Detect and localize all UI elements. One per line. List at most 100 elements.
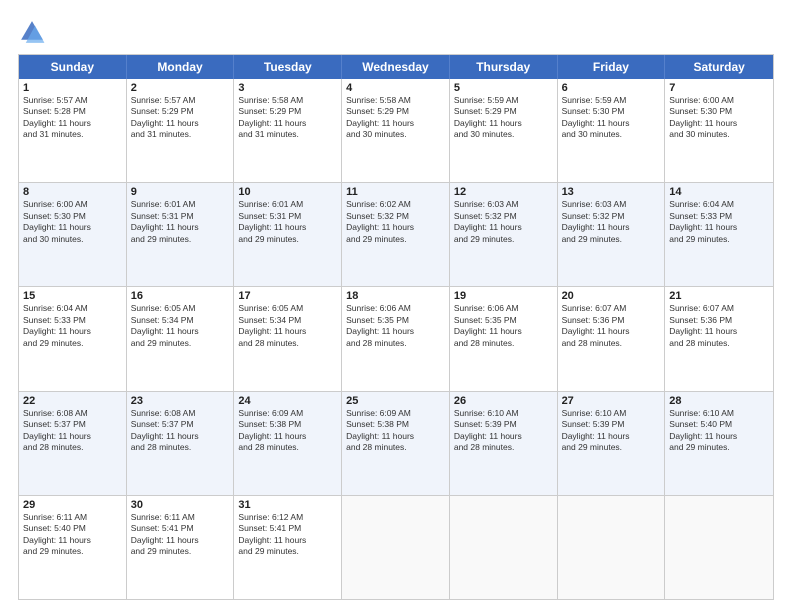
day-info: Sunrise: 5:58 AM Sunset: 5:29 PM Dayligh… — [346, 95, 445, 141]
calendar-cell: 4Sunrise: 5:58 AM Sunset: 5:29 PM Daylig… — [342, 79, 450, 182]
calendar-cell: 2Sunrise: 5:57 AM Sunset: 5:29 PM Daylig… — [127, 79, 235, 182]
day-number: 15 — [23, 290, 122, 302]
day-number: 24 — [238, 395, 337, 407]
day-info: Sunrise: 6:00 AM Sunset: 5:30 PM Dayligh… — [23, 199, 122, 245]
header-day-wednesday: Wednesday — [342, 55, 450, 79]
calendar-week-4: 22Sunrise: 6:08 AM Sunset: 5:37 PM Dayli… — [19, 392, 773, 496]
day-info: Sunrise: 6:10 AM Sunset: 5:40 PM Dayligh… — [669, 408, 769, 454]
calendar-cell: 14Sunrise: 6:04 AM Sunset: 5:33 PM Dayli… — [665, 183, 773, 286]
day-number: 6 — [562, 82, 661, 94]
calendar-cell: 11Sunrise: 6:02 AM Sunset: 5:32 PM Dayli… — [342, 183, 450, 286]
day-number: 8 — [23, 186, 122, 198]
day-info: Sunrise: 6:07 AM Sunset: 5:36 PM Dayligh… — [669, 303, 769, 349]
day-info: Sunrise: 6:08 AM Sunset: 5:37 PM Dayligh… — [23, 408, 122, 454]
calendar-week-2: 8Sunrise: 6:00 AM Sunset: 5:30 PM Daylig… — [19, 183, 773, 287]
logo — [18, 18, 50, 46]
day-number: 2 — [131, 82, 230, 94]
header-day-monday: Monday — [127, 55, 235, 79]
day-info: Sunrise: 6:06 AM Sunset: 5:35 PM Dayligh… — [454, 303, 553, 349]
calendar-cell: 15Sunrise: 6:04 AM Sunset: 5:33 PM Dayli… — [19, 287, 127, 390]
calendar-cell: 23Sunrise: 6:08 AM Sunset: 5:37 PM Dayli… — [127, 392, 235, 495]
day-number: 25 — [346, 395, 445, 407]
day-number: 19 — [454, 290, 553, 302]
day-number: 14 — [669, 186, 769, 198]
day-info: Sunrise: 5:59 AM Sunset: 5:30 PM Dayligh… — [562, 95, 661, 141]
day-info: Sunrise: 6:07 AM Sunset: 5:36 PM Dayligh… — [562, 303, 661, 349]
calendar-cell: 16Sunrise: 6:05 AM Sunset: 5:34 PM Dayli… — [127, 287, 235, 390]
page: SundayMondayTuesdayWednesdayThursdayFrid… — [0, 0, 792, 612]
calendar-cell: 22Sunrise: 6:08 AM Sunset: 5:37 PM Dayli… — [19, 392, 127, 495]
calendar-cell: 13Sunrise: 6:03 AM Sunset: 5:32 PM Dayli… — [558, 183, 666, 286]
day-number: 5 — [454, 82, 553, 94]
calendar-cell: 18Sunrise: 6:06 AM Sunset: 5:35 PM Dayli… — [342, 287, 450, 390]
day-number: 12 — [454, 186, 553, 198]
calendar: SundayMondayTuesdayWednesdayThursdayFrid… — [18, 54, 774, 600]
day-info: Sunrise: 6:00 AM Sunset: 5:30 PM Dayligh… — [669, 95, 769, 141]
day-number: 9 — [131, 186, 230, 198]
day-number: 26 — [454, 395, 553, 407]
calendar-cell: 12Sunrise: 6:03 AM Sunset: 5:32 PM Dayli… — [450, 183, 558, 286]
calendar-cell: 24Sunrise: 6:09 AM Sunset: 5:38 PM Dayli… — [234, 392, 342, 495]
day-number: 20 — [562, 290, 661, 302]
day-number: 31 — [238, 499, 337, 511]
day-info: Sunrise: 6:12 AM Sunset: 5:41 PM Dayligh… — [238, 512, 337, 558]
day-number: 17 — [238, 290, 337, 302]
day-number: 10 — [238, 186, 337, 198]
calendar-cell: 26Sunrise: 6:10 AM Sunset: 5:39 PM Dayli… — [450, 392, 558, 495]
day-info: Sunrise: 6:05 AM Sunset: 5:34 PM Dayligh… — [238, 303, 337, 349]
day-info: Sunrise: 6:02 AM Sunset: 5:32 PM Dayligh… — [346, 199, 445, 245]
day-number: 22 — [23, 395, 122, 407]
day-number: 7 — [669, 82, 769, 94]
calendar-cell: 5Sunrise: 5:59 AM Sunset: 5:29 PM Daylig… — [450, 79, 558, 182]
calendar-cell — [665, 496, 773, 599]
day-info: Sunrise: 6:08 AM Sunset: 5:37 PM Dayligh… — [131, 408, 230, 454]
day-info: Sunrise: 6:09 AM Sunset: 5:38 PM Dayligh… — [346, 408, 445, 454]
calendar-cell: 20Sunrise: 6:07 AM Sunset: 5:36 PM Dayli… — [558, 287, 666, 390]
header-day-tuesday: Tuesday — [234, 55, 342, 79]
calendar-cell: 10Sunrise: 6:01 AM Sunset: 5:31 PM Dayli… — [234, 183, 342, 286]
day-number: 21 — [669, 290, 769, 302]
day-number: 27 — [562, 395, 661, 407]
calendar-cell: 31Sunrise: 6:12 AM Sunset: 5:41 PM Dayli… — [234, 496, 342, 599]
day-number: 11 — [346, 186, 445, 198]
day-number: 28 — [669, 395, 769, 407]
day-info: Sunrise: 6:04 AM Sunset: 5:33 PM Dayligh… — [669, 199, 769, 245]
day-number: 3 — [238, 82, 337, 94]
calendar-cell: 9Sunrise: 6:01 AM Sunset: 5:31 PM Daylig… — [127, 183, 235, 286]
calendar-cell: 3Sunrise: 5:58 AM Sunset: 5:29 PM Daylig… — [234, 79, 342, 182]
logo-icon — [18, 18, 46, 46]
calendar-cell: 6Sunrise: 5:59 AM Sunset: 5:30 PM Daylig… — [558, 79, 666, 182]
day-info: Sunrise: 6:03 AM Sunset: 5:32 PM Dayligh… — [562, 199, 661, 245]
day-number: 29 — [23, 499, 122, 511]
calendar-cell: 29Sunrise: 6:11 AM Sunset: 5:40 PM Dayli… — [19, 496, 127, 599]
calendar-cell: 7Sunrise: 6:00 AM Sunset: 5:30 PM Daylig… — [665, 79, 773, 182]
day-info: Sunrise: 6:03 AM Sunset: 5:32 PM Dayligh… — [454, 199, 553, 245]
calendar-cell: 21Sunrise: 6:07 AM Sunset: 5:36 PM Dayli… — [665, 287, 773, 390]
header-day-thursday: Thursday — [450, 55, 558, 79]
day-number: 30 — [131, 499, 230, 511]
day-info: Sunrise: 6:11 AM Sunset: 5:41 PM Dayligh… — [131, 512, 230, 558]
day-number: 18 — [346, 290, 445, 302]
calendar-cell — [450, 496, 558, 599]
day-number: 23 — [131, 395, 230, 407]
day-info: Sunrise: 6:11 AM Sunset: 5:40 PM Dayligh… — [23, 512, 122, 558]
day-number: 1 — [23, 82, 122, 94]
day-info: Sunrise: 6:01 AM Sunset: 5:31 PM Dayligh… — [131, 199, 230, 245]
day-number: 13 — [562, 186, 661, 198]
day-info: Sunrise: 6:05 AM Sunset: 5:34 PM Dayligh… — [131, 303, 230, 349]
day-info: Sunrise: 6:01 AM Sunset: 5:31 PM Dayligh… — [238, 199, 337, 245]
header — [18, 18, 774, 46]
calendar-week-3: 15Sunrise: 6:04 AM Sunset: 5:33 PM Dayli… — [19, 287, 773, 391]
calendar-cell: 25Sunrise: 6:09 AM Sunset: 5:38 PM Dayli… — [342, 392, 450, 495]
day-info: Sunrise: 5:59 AM Sunset: 5:29 PM Dayligh… — [454, 95, 553, 141]
day-info: Sunrise: 5:57 AM Sunset: 5:29 PM Dayligh… — [131, 95, 230, 141]
calendar-week-1: 1Sunrise: 5:57 AM Sunset: 5:28 PM Daylig… — [19, 79, 773, 183]
header-day-sunday: Sunday — [19, 55, 127, 79]
calendar-body: 1Sunrise: 5:57 AM Sunset: 5:28 PM Daylig… — [19, 79, 773, 599]
calendar-cell: 30Sunrise: 6:11 AM Sunset: 5:41 PM Dayli… — [127, 496, 235, 599]
day-info: Sunrise: 5:58 AM Sunset: 5:29 PM Dayligh… — [238, 95, 337, 141]
calendar-cell: 28Sunrise: 6:10 AM Sunset: 5:40 PM Dayli… — [665, 392, 773, 495]
day-number: 4 — [346, 82, 445, 94]
calendar-cell: 27Sunrise: 6:10 AM Sunset: 5:39 PM Dayli… — [558, 392, 666, 495]
calendar-cell — [558, 496, 666, 599]
